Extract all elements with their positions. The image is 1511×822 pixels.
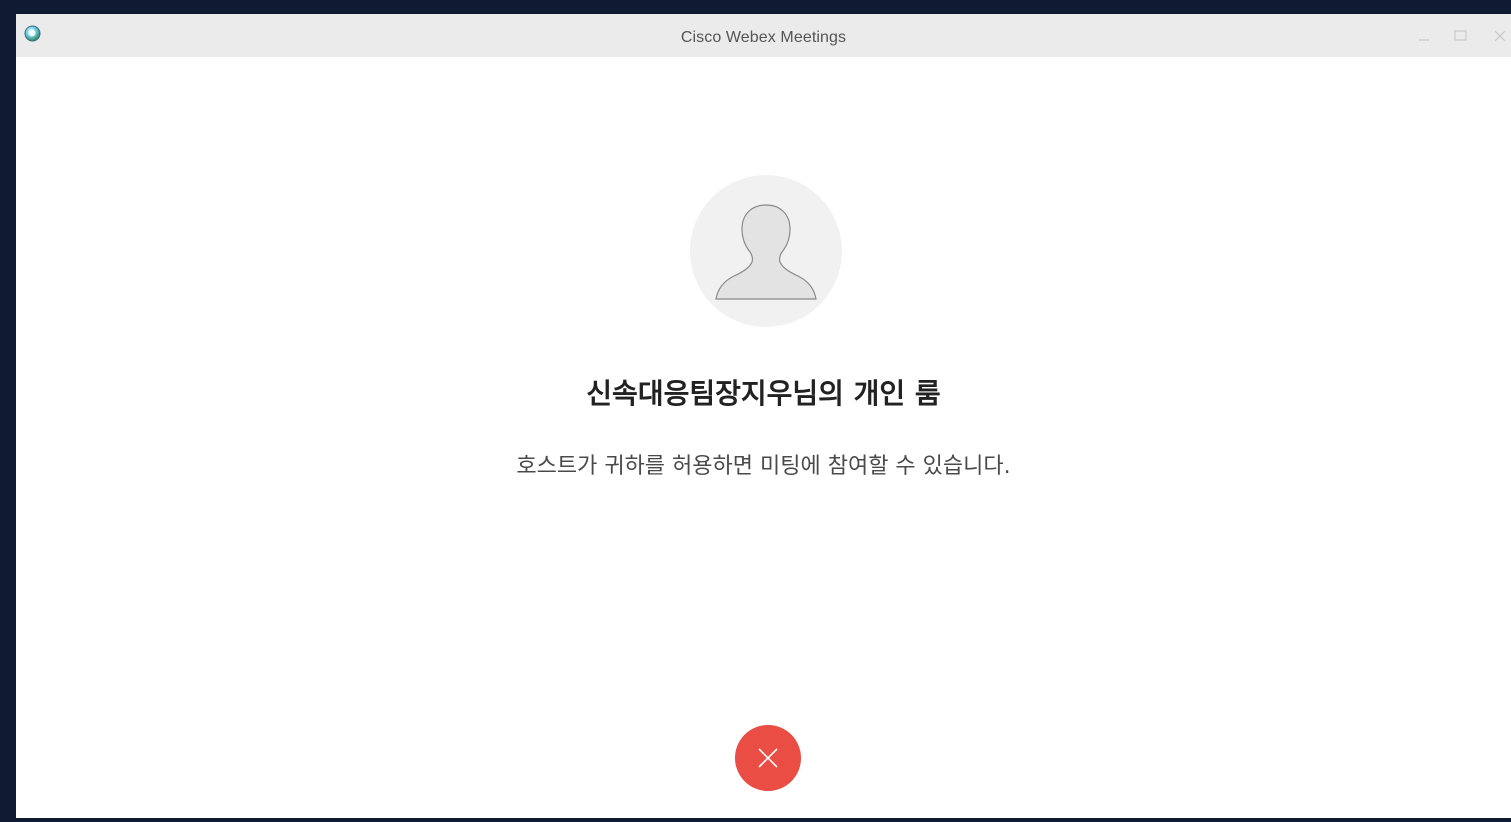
person-silhouette-icon: [715, 204, 817, 300]
waiting-message: 호스트가 귀하를 허용하면 미팅에 참여할 수 있습니다.: [516, 454, 1011, 479]
maximize-icon[interactable]: [1450, 26, 1470, 46]
room-name: 신속대응팀장지우님의 개인 룸: [586, 377, 941, 410]
webex-window: Cisco Webex Meetings 신속대응팀장지우님의 개인 룸 호스트…: [16, 14, 1511, 818]
title-bar[interactable]: Cisco Webex Meetings: [16, 14, 1511, 57]
window-title: Cisco Webex Meetings: [680, 29, 847, 46]
close-icon: [758, 748, 778, 768]
minimize-icon[interactable]: [1414, 26, 1434, 46]
leave-meeting-button[interactable]: [735, 725, 801, 791]
avatar: [690, 175, 842, 327]
close-icon[interactable]: [1490, 26, 1510, 46]
